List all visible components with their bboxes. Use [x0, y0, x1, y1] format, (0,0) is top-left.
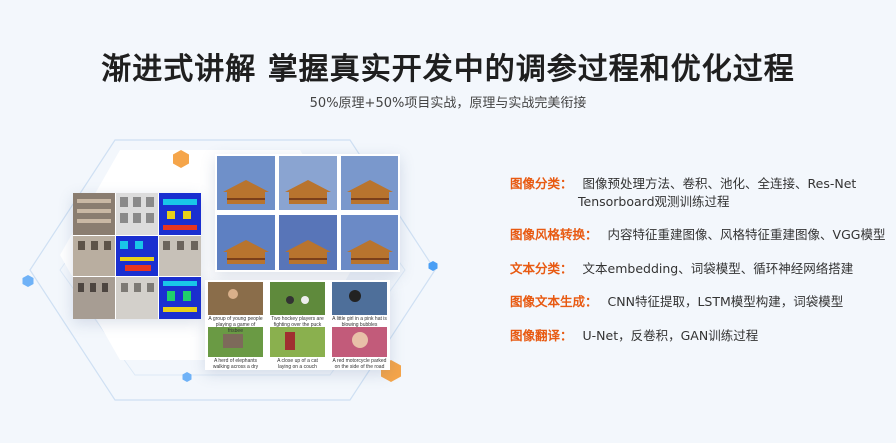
- page-title: 渐进式讲解 掌握真实开发中的调参过程和优化过程: [101, 52, 795, 87]
- feature-label: 图像分类：: [510, 176, 573, 191]
- feature-text: 文本embedding、词袋模型、循环神经网络搭建: [582, 261, 854, 276]
- feature-label: 图像风格转换：: [510, 227, 598, 242]
- image-translation-sample: [73, 193, 201, 319]
- caption-3: A little girl in a pink hat is blowing b…: [332, 316, 387, 328]
- feature-text-cont: Tensorboard观测训练过程: [578, 194, 730, 209]
- feature-label: 图像文本生成：: [510, 294, 598, 309]
- blue-hex-dot-small: [182, 372, 192, 382]
- caption-2: Two hockey players are fighting over the…: [271, 316, 324, 328]
- orange-hex-dot: [173, 150, 189, 168]
- caption-1: A group of young people playing a game o…: [208, 316, 263, 334]
- style-transfer-sample: [215, 154, 400, 272]
- feature-text: 图像预处理方法、卷积、池化、全连接、Res-Net: [582, 176, 857, 191]
- feature-image-classification: 图像分类： 图像预处理方法、卷积、池化、全连接、Res-Net Tensorboa…: [510, 175, 890, 211]
- feature-text: 内容特征重建图像、风格特征重建图像、VGG模型: [607, 227, 886, 242]
- feature-image-translation: 图像翻译： U-Net，反卷积，GAN训练过程: [510, 327, 890, 345]
- feature-image-captioning: 图像文本生成： CNN特征提取，LSTM模型构建，词袋模型: [510, 293, 890, 311]
- blue-hex-dot-right: [428, 261, 438, 271]
- page-subtitle: 50%原理+50%项目实战，原理与实战完美衔接: [309, 96, 587, 111]
- blue-hex-dot: [22, 275, 34, 287]
- feature-style-transfer: 图像风格转换： 内容特征重建图像、风格特征重建图像、VGG模型: [510, 226, 890, 244]
- image-captioning-sample: A group of young people playing a game o…: [205, 280, 390, 370]
- caption-4: A herd of elephants walking across a dry…: [212, 358, 259, 369]
- feature-text: CNN特征提取，LSTM模型构建，词袋模型: [607, 294, 844, 309]
- caption-6: A red motorcycle parked on the side of t…: [332, 358, 387, 369]
- caption-5: A close up of a cat laying on a couch: [277, 358, 318, 369]
- palace-style-grid-image: [217, 156, 398, 270]
- feature-text-classification: 文本分类： 文本embedding、词袋模型、循环神经网络搭建: [510, 260, 890, 278]
- feature-label: 文本分类：: [510, 261, 573, 276]
- building-grid-image: [73, 193, 201, 319]
- feature-text: U-Net，反卷积，GAN训练过程: [582, 328, 759, 343]
- feature-label: 图像翻译：: [510, 328, 573, 343]
